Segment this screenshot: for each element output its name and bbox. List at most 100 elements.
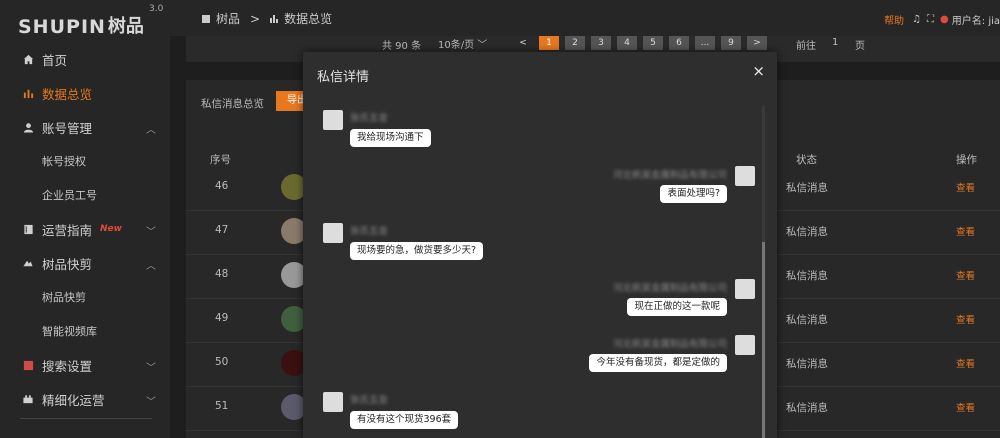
view-link[interactable]: 查看 <box>956 180 975 194</box>
sidebar-item-label: 数据总览 <box>42 86 93 102</box>
modal-title: 私信详情 <box>317 70 370 85</box>
page-button[interactable]: 5 <box>643 36 663 50</box>
message-bubble: 今年没有备现货，都是定做的 <box>589 354 727 372</box>
page-button[interactable]: 9 <box>721 36 741 50</box>
sidebar-subitem-video-library[interactable]: 智能视频库 <box>0 314 170 348</box>
goto-unit: 页 <box>855 41 865 52</box>
breadcrumb: 树品 > 数据总览 <box>202 10 338 27</box>
row-index: 48 <box>215 268 229 280</box>
sidebar-item-home[interactable]: 首页 <box>0 42 170 76</box>
sidebar-item-label: 精细化运营 <box>42 392 105 408</box>
page-button[interactable]: 1 <box>539 36 559 50</box>
sidebar-nav: 首页 数据总览 账号管理 ︿ 帐号授权 企业员工号 运营指南 New ﹀ 树品快… <box>0 42 170 416</box>
chevron-up-icon: ︿ <box>146 261 156 272</box>
sender-avatar <box>323 110 343 130</box>
pagination-total: 共 90 条 <box>382 41 422 52</box>
page-size-value: 10条/页 <box>438 40 475 51</box>
page-button[interactable]: 2 <box>565 36 585 50</box>
sidebar-item-search-settings[interactable]: 搜索设置 ﹀ <box>0 348 170 382</box>
receiver-avatar <box>735 335 755 355</box>
row-index: 47 <box>215 224 229 236</box>
sidebar-item-label: 企业员工号 <box>42 189 97 202</box>
goto-label: 前往 <box>796 41 816 52</box>
sidebar-item-label: 智能视频库 <box>42 325 97 338</box>
view-link[interactable]: 查看 <box>956 268 975 282</box>
bar-chart-icon <box>270 12 279 26</box>
chevron-down-icon: ﹀ <box>146 363 156 374</box>
user-icon <box>22 121 34 133</box>
sidebar-item-label: 账号管理 <box>42 120 93 136</box>
row-status: 私信消息 <box>786 402 828 414</box>
row-status: 私信消息 <box>786 270 828 282</box>
sidebar-item-label: 帐号授权 <box>42 155 86 168</box>
bell-icon[interactable]: ♫ <box>912 14 921 25</box>
column-header-status: 状态 <box>796 154 817 166</box>
chevron-down-icon: ﹀ <box>477 40 488 51</box>
divider <box>20 418 152 419</box>
fullscreen-icon[interactable]: ⛶ <box>927 14 934 25</box>
sender-name: 张氏五金 <box>350 395 389 406</box>
search-settings-icon <box>22 359 34 371</box>
message-bubble: 有没有这个现货396套 <box>350 411 459 429</box>
next-page-button[interactable]: > <box>747 36 767 50</box>
column-header-index: 序号 <box>210 154 231 166</box>
sidebar-item-ops-guide[interactable]: 运营指南 New ﹀ <box>0 212 170 246</box>
page-size-select[interactable]: 10条/页 ﹀ <box>438 36 487 51</box>
sidebar-item-data-overview[interactable]: 数据总览 <box>0 76 170 110</box>
sidebar-subitem-quick-cut[interactable]: 树品快剪 <box>0 280 170 314</box>
message-bubble: 现场要的急，做货要多少天? <box>350 242 484 260</box>
app-logo[interactable]: SHUPIN 树品 3.0 <box>18 4 163 38</box>
bar-chart-icon <box>22 87 34 99</box>
user-name[interactable]: 用户名: jia <box>952 12 1000 27</box>
sender-name: 张氏五金 <box>350 226 389 237</box>
sidebar-item-label: 搜索设置 <box>42 358 93 374</box>
receiver-avatar <box>735 166 755 186</box>
chevron-down-icon: ﹀ <box>146 227 156 238</box>
page-button[interactable]: 4 <box>617 36 637 50</box>
brand-name-cn: 树品 <box>107 16 144 37</box>
row-index: 50 <box>215 356 229 368</box>
page-button[interactable]: 6 <box>669 36 689 50</box>
home-icon <box>22 53 34 65</box>
message-bubble: 现在正做的这一款呢 <box>627 298 727 316</box>
row-status: 私信消息 <box>786 314 828 326</box>
sender-avatar <box>323 392 343 412</box>
message-bubble: 我给现场沟通下 <box>350 129 431 147</box>
user-icon: ● <box>940 14 949 25</box>
prev-page-button[interactable]: < <box>513 36 533 50</box>
app-version: 3.0 <box>149 4 164 14</box>
page-ellipsis[interactable]: ... <box>695 36 715 50</box>
page-button[interactable]: 3 <box>591 36 611 50</box>
close-icon[interactable]: × <box>752 62 765 80</box>
sidebar-item-label: 树品快剪 <box>42 256 93 272</box>
sidebar-subitem-employee-accounts[interactable]: 企业员工号 <box>0 178 170 212</box>
sidebar-item-label: 首页 <box>42 52 68 68</box>
topbar: 树品 > 数据总览 帮助 ♫ ⛶ ● 用户名: jia <box>170 0 1000 36</box>
grid-icon <box>202 12 210 26</box>
view-link[interactable]: 查看 <box>956 312 975 326</box>
receiver-avatar <box>735 279 755 299</box>
breadcrumb-current: 数据总览 <box>284 12 333 26</box>
breadcrumb-separator: > <box>250 11 261 26</box>
breadcrumb-root[interactable]: 树品 <box>216 10 240 27</box>
sidebar-item-label: 运营指南 <box>42 222 93 238</box>
sidebar-item-quick-cut[interactable]: 树品快剪 ︿ <box>0 246 170 280</box>
scrollbar-thumb[interactable] <box>762 242 765 438</box>
view-link[interactable]: 查看 <box>956 356 975 370</box>
sidebar-item-fine-ops[interactable]: 精细化运营 ﹀ <box>0 382 170 416</box>
column-header-action: 操作 <box>956 154 977 166</box>
row-status: 私信消息 <box>786 182 828 194</box>
goto-page-input[interactable]: 1 <box>832 37 838 48</box>
tune-icon <box>22 393 34 405</box>
sidebar-item-label: 树品快剪 <box>42 291 86 304</box>
book-icon <box>22 223 34 235</box>
chevron-up-icon: ︿ <box>146 125 156 136</box>
help-link[interactable]: 帮助 <box>884 12 904 27</box>
sidebar-item-account-management[interactable]: 账号管理 ︿ <box>0 110 170 144</box>
scissors-icon <box>22 257 34 269</box>
chevron-down-icon: ﹀ <box>146 397 156 408</box>
sidebar-subitem-account-auth[interactable]: 帐号授权 <box>0 144 170 178</box>
view-link[interactable]: 查看 <box>956 400 975 414</box>
receiver-name: 河北帆昊金属制品有限公司 <box>612 170 727 181</box>
view-link[interactable]: 查看 <box>956 224 975 238</box>
